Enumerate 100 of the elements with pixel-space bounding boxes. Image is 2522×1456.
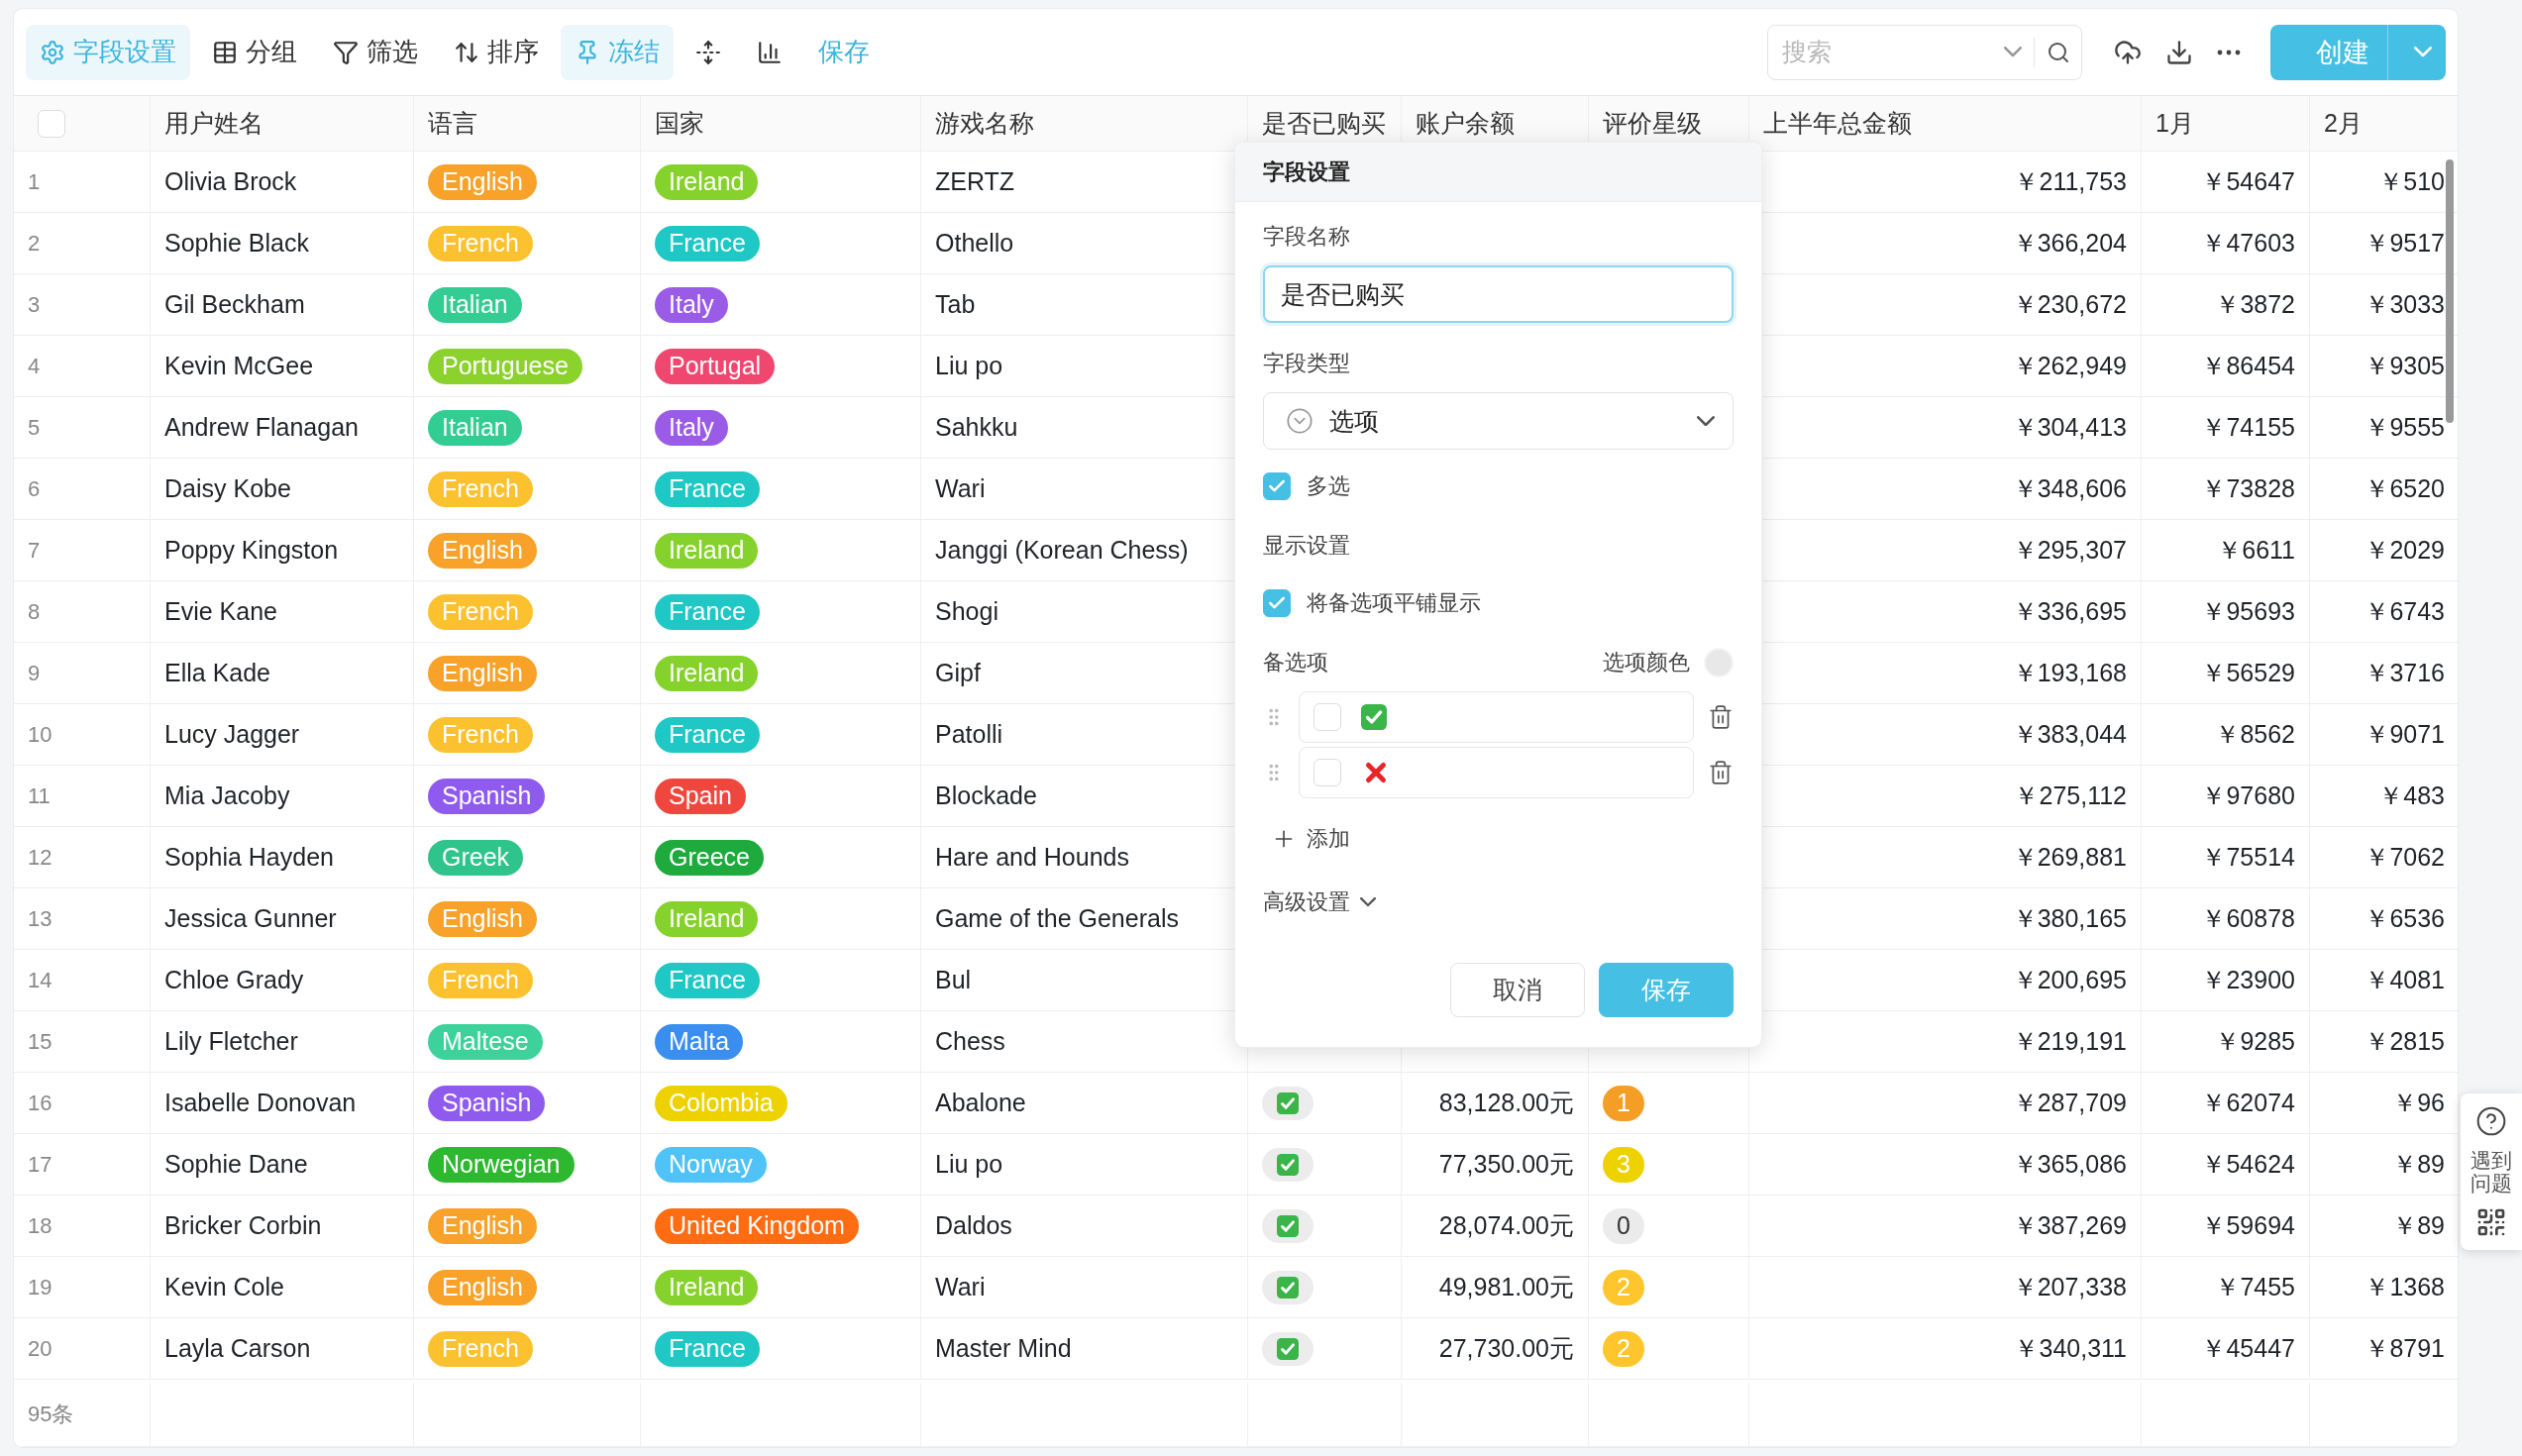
chevron-down-icon (1360, 897, 1376, 907)
table-cell-text: ￥89 (2392, 1149, 2445, 1180)
table-cell-text: ￥3872 (2215, 289, 2295, 320)
country-tag: Portugal (655, 348, 776, 384)
search-field[interactable]: 搜索 (1767, 24, 2082, 80)
language-tag: French (428, 716, 533, 753)
table-cell-text: ￥211,753 (2014, 166, 2127, 197)
row-number: 14 (28, 967, 53, 993)
country-tag: United Kingdom (655, 1207, 859, 1244)
cancel-button[interactable]: 取消 (1450, 963, 1585, 1017)
country-tag: Greece (655, 839, 764, 876)
select-all-checkbox[interactable] (38, 109, 65, 138)
row-number: 7 (28, 537, 41, 564)
row-number: 5 (28, 414, 41, 441)
row-number: 15 (28, 1028, 53, 1055)
table-cell-text: ￥262,949 (2012, 351, 2127, 381)
checkbox-label: 将备选项平铺显示 (1307, 589, 1481, 617)
table-cell: Sophie Black (164, 229, 309, 258)
table-cell: Gil Beckham (164, 290, 305, 319)
filter-button[interactable]: 筛选 (319, 24, 432, 80)
language-tag: French (428, 1330, 533, 1367)
table-cell-text: ￥269,881 (2012, 842, 2127, 873)
row-number: 19 (28, 1274, 53, 1300)
table-cell: Liu po (935, 352, 1003, 380)
row-number: 13 (28, 905, 53, 932)
column-header[interactable]: 2月 (2310, 96, 2458, 151)
checkbox[interactable] (1263, 589, 1291, 617)
table-cell: Daisy Kobe (164, 474, 291, 503)
option-color-label: 选项颜色 (1603, 649, 1690, 676)
table-cell: Lucy Jagger (164, 720, 300, 749)
column-header[interactable]: 国家 (641, 96, 921, 151)
row-number: 16 (28, 1090, 53, 1116)
sort-button[interactable]: 排序 (440, 24, 553, 80)
table-cell-text: ￥9517 (2364, 228, 2445, 259)
column-header[interactable]: 语言 (414, 96, 641, 151)
column-header[interactable]: 用户姓名 (151, 96, 414, 151)
more-icon (2217, 49, 2241, 55)
row-number: 11 (28, 782, 51, 809)
language-tag: Greek (428, 839, 524, 876)
table-cell: Ella Kade (164, 659, 271, 687)
option-field[interactable] (1299, 747, 1694, 798)
option-field[interactable] (1299, 691, 1694, 743)
help-widget[interactable]: 遇到问题 (2461, 1093, 2522, 1251)
table-cell-text: ￥56529 (2201, 658, 2295, 688)
add-option-button[interactable]: 添加 (1263, 824, 1358, 854)
table-cell-text: ￥6743 (2364, 596, 2445, 627)
table-cell: Othello (935, 229, 1014, 258)
table-cell-text: ￥6520 (2364, 473, 2445, 504)
trash-icon[interactable] (1708, 704, 1734, 730)
table-cell-text: ￥86454 (2201, 351, 2295, 381)
field-type-select[interactable]: 选项 (1263, 392, 1734, 450)
language-tag: Maltese (428, 1023, 543, 1060)
table-cell-text: ￥275,112 (2014, 780, 2127, 811)
table-cell: Jessica Gunner (164, 904, 337, 933)
country-tag: Colombia (655, 1085, 788, 1121)
row-number: 17 (28, 1151, 53, 1178)
scrollbar-thumb[interactable] (2446, 159, 2454, 423)
checkbox[interactable] (1263, 472, 1291, 500)
table-cell-text: ￥9071 (2364, 719, 2445, 750)
table-cell: Lily Fletcher (164, 1027, 298, 1056)
language-tag: Spanish (428, 778, 546, 814)
popup-title: 字段设置 (1263, 157, 1350, 186)
language-tag: French (428, 470, 533, 507)
field-name-input[interactable]: 是否已购买 (1263, 265, 1734, 323)
column-header[interactable]: 1月 (2142, 96, 2310, 151)
check-icon (1277, 1153, 1299, 1176)
row-number: 20 (28, 1335, 53, 1362)
table-cell-text: ￥4081 (2364, 965, 2445, 995)
trash-icon[interactable] (1708, 760, 1734, 785)
table-cell: Blockade (935, 781, 1037, 810)
checkbox[interactable] (1314, 703, 1341, 731)
table-cell-text: ￥6611 (2217, 535, 2295, 566)
country-tag: Ireland (655, 1269, 759, 1305)
table-cell-text: ￥8562 (2215, 719, 2295, 750)
record-count: 95条 (28, 1401, 74, 1428)
table-cell-text: 49,981.00元 (1438, 1272, 1574, 1302)
country-tag: France (655, 593, 760, 630)
checkbox-label: 多选 (1307, 472, 1350, 500)
language-tag: English (428, 900, 537, 937)
country-tag: France (655, 1330, 760, 1367)
checkbox[interactable] (1314, 759, 1341, 786)
table-cell-text: ￥366,204 (2012, 228, 2127, 259)
table-cell-text: ￥7455 (2215, 1272, 2295, 1302)
table-cell-text: ￥380,165 (2012, 903, 2127, 934)
table-cell-text: ￥54624 (2201, 1149, 2295, 1180)
group-button[interactable]: 分组 (198, 24, 311, 80)
table-cell-text: ￥3716 (2364, 658, 2445, 688)
table-cell-text: ￥74155 (2201, 412, 2295, 443)
search-icon[interactable] (2047, 40, 2070, 64)
language-tag: English (428, 163, 537, 200)
table-cell-text: 83,128.00元 (1438, 1088, 1574, 1118)
table-cell-text: ￥75514 (2201, 842, 2295, 873)
table-cell: Liu po (935, 1150, 1003, 1179)
table-cell: Patolli (935, 720, 1003, 749)
row-number: 8 (28, 598, 41, 625)
language-tag: Italian (428, 286, 522, 323)
advanced-settings-toggle[interactable]: 高级设置 (1263, 887, 1376, 917)
country-tag: Ireland (655, 900, 759, 937)
check-icon (1277, 1276, 1299, 1299)
table-cell-text: 27,730.00元 (1438, 1333, 1574, 1364)
